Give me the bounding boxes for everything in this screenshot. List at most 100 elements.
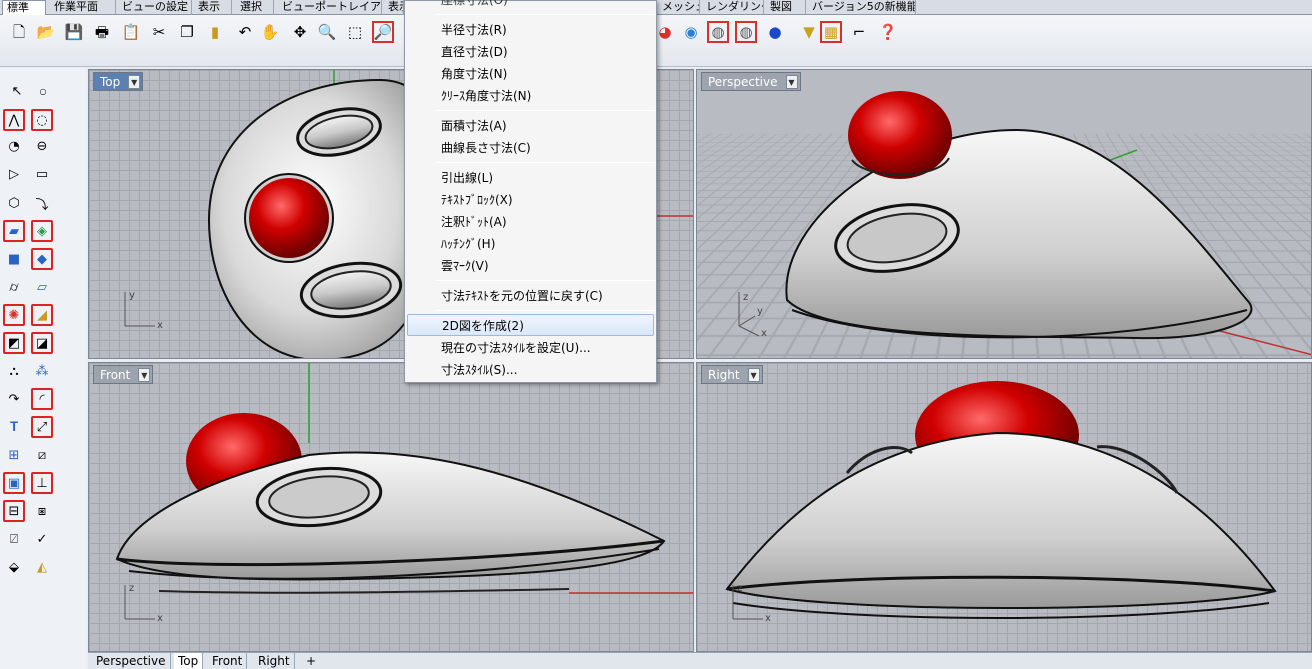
join-icon[interactable]: ◪: [31, 332, 53, 354]
chevron-down-icon[interactable]: ▼: [138, 368, 151, 382]
cylinder-icon[interactable]: ⌭: [3, 276, 25, 298]
rotate-view-icon[interactable]: ✥: [289, 21, 311, 43]
zoom-icon[interactable]: 🔍: [316, 21, 338, 43]
offset-icon[interactable]: ◜: [31, 388, 53, 410]
menu-item-angle-dimension[interactable]: 角度寸法(N): [407, 63, 654, 85]
print-icon[interactable]: 🖶: [91, 21, 113, 43]
menu-item-ordinate-dimension[interactable]: 座標寸法(O): [407, 0, 654, 11]
viewport-label-top[interactable]: Top ▼: [93, 72, 144, 91]
tab-standard[interactable]: 標準: [2, 0, 46, 16]
menu-item-revision-cloud[interactable]: 雲ﾏｰｸ(V): [407, 255, 654, 277]
tab-workplane[interactable]: 作業平面: [50, 0, 116, 15]
chevron-down-icon[interactable]: ▼: [128, 75, 141, 89]
check-icon[interactable]: ✓: [31, 528, 53, 550]
chevron-down-icon[interactable]: ▼: [747, 368, 760, 382]
box-solid-icon[interactable]: ■: [3, 248, 25, 270]
menu-item-restore-dimension-text[interactable]: 寸法ﾃｷｽﾄを元の位置に戻す(C): [407, 285, 654, 307]
grid-array-icon[interactable]: ⊟: [3, 500, 25, 522]
dimension-icon[interactable]: ⊥: [31, 472, 53, 494]
block-icon[interactable]: ▣: [3, 472, 25, 494]
shaded-sphere-icon[interactable]: ◍: [707, 21, 729, 43]
surface-icon[interactable]: ▰: [3, 220, 25, 242]
layer-icon[interactable]: ⧆: [31, 500, 53, 522]
mirror-icon[interactable]: ⧄: [31, 444, 53, 466]
menu-item-curve-length-dimension[interactable]: 曲線長さ寸法(C): [407, 137, 654, 159]
loft-icon[interactable]: ◈: [31, 220, 53, 242]
menu-item-annotation-dot[interactable]: 注釈ﾄﾞｯﾄ(A): [407, 211, 654, 233]
tab-view-settings[interactable]: ビューの設定: [118, 0, 192, 15]
new-file-icon[interactable]: 🗋: [8, 21, 30, 43]
tab-select[interactable]: 選択: [236, 0, 274, 15]
tab-drafting[interactable]: 製図: [766, 0, 806, 15]
split-icon[interactable]: ◩: [3, 332, 25, 354]
paste-icon[interactable]: ▮: [204, 21, 226, 43]
select-arrow-icon[interactable]: ↖: [6, 80, 28, 102]
pan-hand-icon[interactable]: ✋: [259, 21, 281, 43]
light-icon[interactable]: ▼: [798, 21, 820, 43]
render-icon[interactable]: ◭: [31, 556, 53, 578]
viewport-label-right[interactable]: Right ▼: [701, 365, 763, 384]
menu-item-make-2d[interactable]: 2D図を作成(2): [407, 314, 654, 336]
tab-display-2[interactable]: 表示: [384, 0, 404, 15]
viewport-label-perspective[interactable]: Perspective ▼: [701, 72, 801, 91]
grid-snap-icon[interactable]: ▦: [820, 21, 842, 43]
viewport-right[interactable]: z x Right ▼: [696, 362, 1312, 652]
polygon-icon[interactable]: ⬡: [3, 192, 25, 214]
ellipse-icon[interactable]: ⊖: [31, 135, 53, 157]
points-on-icon[interactable]: ⁂: [31, 360, 53, 382]
tab-mesh[interactable]: メッシュ: [658, 0, 700, 15]
point-icon[interactable]: ○: [32, 80, 54, 102]
color-wheel-icon[interactable]: ◉: [680, 21, 702, 43]
menu-item-text-block[interactable]: ﾃｷｽﾄﾌﾞﾛｯｸ(X): [407, 189, 654, 211]
tab-v5-new-features[interactable]: バージョン5の新機能: [808, 0, 916, 15]
circle-icon[interactable]: ◔: [3, 135, 25, 157]
menu-item-dimension-style[interactable]: 寸法ｽﾀｲﾙ(S)...: [407, 359, 654, 381]
polyline-icon[interactable]: ⋀: [3, 109, 25, 131]
rebuild-icon[interactable]: ↷: [3, 388, 25, 410]
blue-sphere-icon[interactable]: ●: [764, 21, 786, 43]
boolean-icon[interactable]: ◆: [31, 248, 53, 270]
osnap-icon[interactable]: ⌐: [848, 21, 870, 43]
menu-item-diameter-dimension[interactable]: 直径寸法(D): [407, 41, 654, 63]
explode-icon[interactable]: ✺: [3, 304, 25, 326]
rectangle-icon[interactable]: ▭: [31, 163, 53, 185]
chevron-down-icon[interactable]: ▼: [785, 75, 798, 89]
import-icon[interactable]: 📋: [120, 21, 142, 43]
tab-viewport-layout[interactable]: ビューポートレイアウト: [278, 0, 382, 15]
plane-icon[interactable]: ▱: [31, 276, 53, 298]
tab-perspective[interactable]: Perspective: [92, 653, 171, 669]
viewport-front[interactable]: z x Front ▼: [88, 362, 694, 652]
tab-right[interactable]: Right: [254, 653, 295, 669]
tab-front[interactable]: Front: [208, 653, 248, 669]
viewport-perspective[interactable]: z y x Perspective ▼: [696, 69, 1312, 359]
zoom-window-icon[interactable]: ⬚: [344, 21, 366, 43]
zoom-selected-icon[interactable]: 🔎: [372, 21, 394, 43]
text-icon[interactable]: 𝐓: [3, 416, 25, 438]
add-tab-button[interactable]: +: [302, 653, 320, 669]
analyze-icon[interactable]: ⬙: [3, 556, 25, 578]
curve-icon[interactable]: ◌: [31, 109, 53, 131]
tab-display[interactable]: 表示: [194, 0, 232, 15]
menu-item-leader[interactable]: 引出線(L): [407, 167, 654, 189]
rendered-sphere-icon[interactable]: ◍: [735, 21, 757, 43]
menu-item-area-dimension[interactable]: 面積寸法(A): [407, 115, 654, 137]
copy-icon[interactable]: ❐: [176, 21, 198, 43]
save-icon[interactable]: 💾: [63, 21, 85, 43]
cut-icon[interactable]: ✂: [148, 21, 170, 43]
help-icon[interactable]: ❓: [877, 21, 899, 43]
menu-item-radius-dimension[interactable]: 半径寸法(R): [407, 19, 654, 41]
menu-item-hatch[interactable]: ﾊｯﾁﾝｸﾞ(H): [407, 233, 654, 255]
arc-icon[interactable]: ▷: [3, 163, 25, 185]
properties-icon[interactable]: ⍁: [3, 528, 25, 550]
fillet-curve-icon[interactable]: ⤵: [31, 192, 53, 214]
open-folder-icon[interactable]: 📂: [35, 21, 57, 43]
trim-icon[interactable]: ◢: [31, 304, 53, 326]
array-icon[interactable]: ⊞: [3, 444, 25, 466]
group-icon[interactable]: ⛬: [3, 360, 25, 382]
scale-icon[interactable]: ⤢: [31, 416, 53, 438]
menu-item-crease-angle-dimension[interactable]: ｸﾘｰｽ角度寸法(N): [407, 85, 654, 107]
undo-icon[interactable]: ↶: [234, 21, 256, 43]
tab-rendering[interactable]: レンダリング: [702, 0, 764, 15]
viewport-label-front[interactable]: Front ▼: [93, 365, 154, 384]
tab-top[interactable]: Top: [174, 653, 204, 669]
